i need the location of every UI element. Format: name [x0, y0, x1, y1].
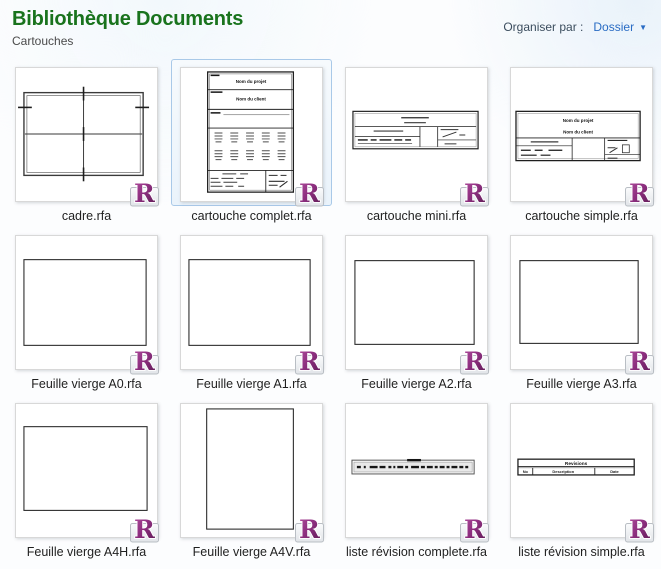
revit-file-icon: [126, 512, 160, 543]
revit-file-icon: [621, 176, 655, 207]
revit-file-icon: [291, 176, 325, 207]
organize-by-control: Organiser par : Dossier ▼: [503, 20, 647, 34]
file-item[interactable]: liste révision complete.rfa: [334, 395, 499, 560]
svg-text:Nom du client: Nom du client: [236, 97, 266, 102]
file-name: Feuille vierge A4V.rfa: [192, 545, 311, 559]
file-name: cartouche complet.rfa: [191, 209, 312, 223]
revit-file-icon: [291, 512, 325, 543]
file-item[interactable]: Feuille vierge A3.rfa: [499, 227, 661, 392]
file-item[interactable]: Feuille vierge A4H.rfa: [4, 395, 169, 560]
file-name: cartouche simple.rfa: [525, 209, 638, 223]
file-name: Feuille vierge A3.rfa: [526, 377, 637, 391]
file-name: Feuille vierge A2.rfa: [361, 377, 472, 391]
file-item[interactable]: Feuille vierge A4V.rfa: [169, 395, 334, 560]
file-item[interactable]: Nom du projet Nom du client cartouche co…: [169, 59, 334, 224]
revit-file-icon: [456, 344, 490, 375]
organize-by-dropdown[interactable]: Dossier ▼: [593, 20, 647, 34]
svg-text:Nom du projet: Nom du projet: [563, 118, 594, 123]
file-name: liste révision simple.rfa: [518, 545, 645, 559]
revit-file-icon: [456, 512, 490, 543]
file-name: cadre.rfa: [61, 209, 112, 223]
svg-text:Nom du projet: Nom du projet: [236, 79, 267, 84]
file-name: cartouche mini.rfa: [366, 209, 467, 223]
file-name: Feuille vierge A4H.rfa: [26, 545, 147, 559]
file-item[interactable]: cartouche mini.rfa: [334, 59, 499, 224]
organize-by-value: Dossier: [593, 20, 635, 34]
file-name: Feuille vierge A0.rfa: [31, 377, 142, 391]
file-name: Feuille vierge A1.rfa: [196, 377, 307, 391]
library-header: Bibliothèque Documents Cartouches Organi…: [0, 0, 661, 49]
revit-file-icon: [621, 512, 655, 543]
revit-file-icon: [126, 176, 160, 207]
revit-file-icon: [291, 344, 325, 375]
svg-text:Nom du client: Nom du client: [563, 130, 593, 135]
organize-by-label: Organiser par :: [503, 20, 584, 34]
file-item[interactable]: Feuille vierge A1.rfa: [169, 227, 334, 392]
svg-text:Date: Date: [610, 469, 619, 474]
file-item[interactable]: cadre.rfa: [4, 59, 169, 224]
svg-text:No: No: [523, 469, 529, 474]
revit-file-icon: [126, 344, 160, 375]
file-item[interactable]: Nom du projet Nom du client cartouche si…: [499, 59, 661, 224]
file-item[interactable]: Feuille vierge A2.rfa: [334, 227, 499, 392]
chevron-down-icon: ▼: [639, 22, 647, 32]
file-item[interactable]: Feuille vierge A0.rfa: [4, 227, 169, 392]
file-item[interactable]: Revisions No Description Date liste révi…: [499, 395, 661, 560]
file-grid: cadre.rfa Nom du projet Nom du client ca…: [0, 59, 661, 560]
folder-subtitle: Cartouches: [12, 34, 74, 48]
file-name: liste révision complete.rfa: [345, 545, 488, 559]
revit-file-icon: [456, 176, 490, 207]
revit-file-icon: [621, 344, 655, 375]
svg-text:Description: Description: [552, 469, 574, 474]
